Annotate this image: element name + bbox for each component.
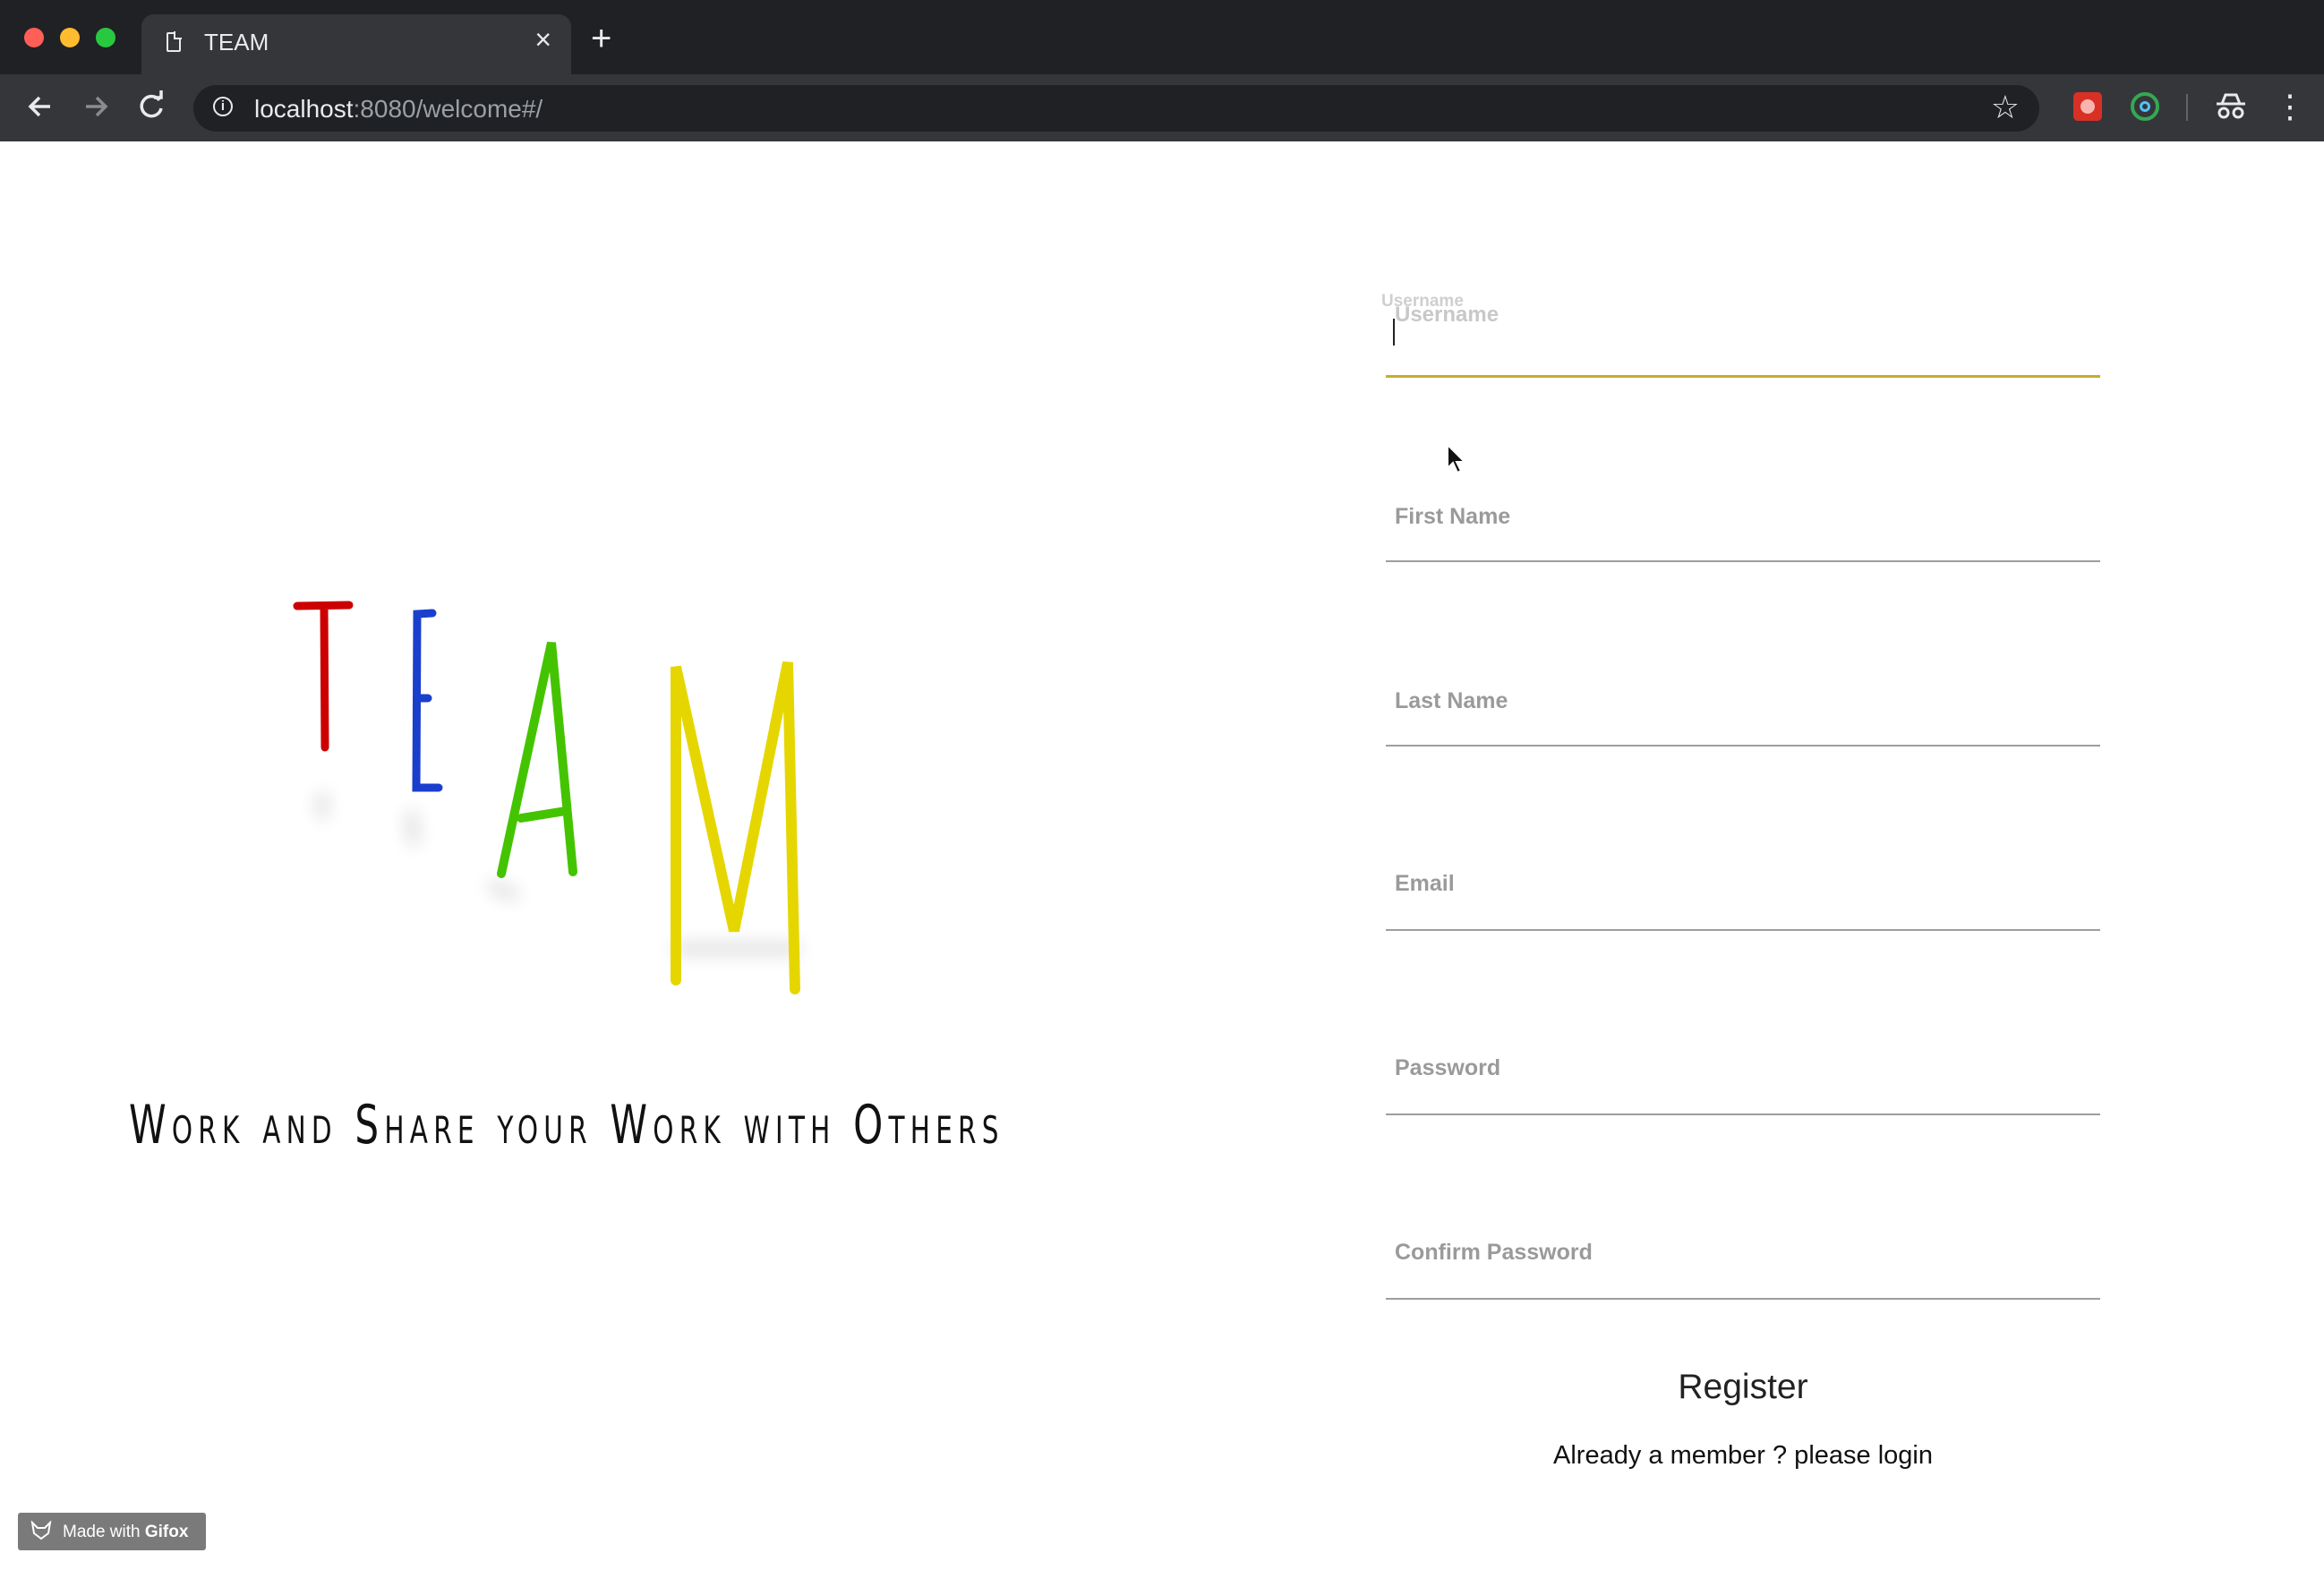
zoom-window-button[interactable] [96, 28, 115, 47]
confirm-password-underline [1386, 1298, 2100, 1300]
page-icon [167, 31, 182, 52]
close-icon[interactable]: × [534, 25, 551, 54]
reload-icon[interactable] [136, 87, 167, 135]
email-field[interactable]: Email [1386, 850, 2100, 931]
extension-icon[interactable] [2131, 92, 2159, 121]
logo-letter-t [293, 601, 354, 752]
minimize-window-button[interactable] [60, 28, 80, 47]
username-label: Username [1395, 303, 1499, 327]
toolbar-divider [2186, 94, 2188, 121]
browser-toolbar: i localhost:8080/welcome#/ ☆ [0, 74, 2324, 141]
url-text[interactable]: localhost:8080/welcome#/ [254, 95, 543, 124]
gifox-badge: Made with Gifox [18, 1513, 206, 1550]
close-window-button[interactable] [24, 28, 44, 47]
password-underline [1386, 1114, 2100, 1115]
email-label: Email [1395, 871, 1455, 896]
tab-title: TEAM [204, 29, 269, 55]
logo-letter-e [412, 609, 443, 792]
mouse-pointer-icon [1447, 443, 1467, 474]
username-underline [1386, 375, 2100, 378]
password-label: Password [1395, 1055, 1501, 1080]
back-icon[interactable] [25, 87, 56, 135]
logo-letter-m [671, 661, 800, 994]
login-link[interactable]: Already a member ? please login [1386, 1441, 2100, 1471]
register-button[interactable]: Register [1386, 1368, 2100, 1407]
address-bar[interactable]: i localhost:8080/welcome#/ ☆ [193, 85, 2039, 132]
first-name-field[interactable]: First Name [1386, 483, 2100, 562]
browser-tab[interactable]: TEAM × [141, 14, 571, 74]
first-name-label: First Name [1395, 504, 1511, 529]
info-icon[interactable]: i [213, 97, 233, 116]
text-caret [1393, 319, 1395, 346]
password-field[interactable]: Password [1386, 1035, 2100, 1115]
menu-icon[interactable]: ⋮ [2274, 90, 2306, 124]
extension-icon[interactable] [2073, 92, 2102, 121]
browser-tab-bar: TEAM × + [0, 0, 2324, 74]
confirm-password-field[interactable]: Confirm Password [1386, 1219, 2100, 1300]
forward-icon[interactable] [81, 87, 111, 135]
email-underline [1386, 929, 2100, 931]
first-name-underline [1386, 560, 2100, 562]
incognito-icon[interactable] [2213, 93, 2249, 120]
fox-icon [30, 1520, 52, 1545]
last-name-underline [1386, 745, 2100, 747]
last-name-field[interactable]: Last Name [1386, 668, 2100, 747]
gifox-label: Made with Gifox [63, 1523, 189, 1541]
tagline: Work and Share your Work with Others [129, 1094, 1004, 1156]
team-logo [293, 601, 801, 994]
star-icon[interactable]: ☆ [1991, 89, 2020, 126]
confirm-password-label: Confirm Password [1395, 1240, 1593, 1265]
plus-icon[interactable]: + [591, 21, 611, 56]
last-name-label: Last Name [1395, 688, 1508, 713]
username-field[interactable]: Username [1386, 269, 2100, 378]
logo-letter-a [497, 641, 577, 878]
